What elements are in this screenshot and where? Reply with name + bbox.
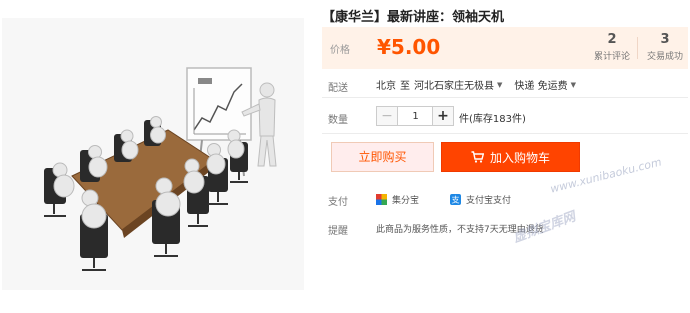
cart-icon xyxy=(471,151,484,163)
alipay-icon: 支 xyxy=(450,194,461,205)
svg-text:支: 支 xyxy=(452,195,460,205)
divider xyxy=(322,97,688,98)
payment-method-alipay: 支 支付宝支付 xyxy=(450,193,511,206)
shipping-method-select[interactable]: 快递 免运费 ▼ xyxy=(514,77,576,93)
shipping-from: 北京 xyxy=(376,81,396,92)
quantity-decrease-button[interactable]: − xyxy=(376,106,398,126)
payment-method-jifenbao: 集分宝 xyxy=(376,193,419,206)
reviews-count: 2 xyxy=(607,32,617,47)
shipping-method-value: 快递 免运费 xyxy=(514,81,568,92)
reviews-stat[interactable]: 2 累计评论 xyxy=(587,32,637,62)
quantity-increase-button[interactable]: + xyxy=(432,106,454,126)
payment-label: 支付 xyxy=(328,197,348,208)
product-title: 【康华兰】最新讲座：领袖天机 xyxy=(322,10,505,25)
price-label: 价格 xyxy=(330,45,350,56)
trades-stat[interactable]: 3 交易成功 xyxy=(640,32,690,62)
buy-now-button[interactable]: 立即购买 xyxy=(331,142,434,172)
add-to-cart-label: 加入购物车 xyxy=(489,150,550,165)
stat-divider xyxy=(637,37,638,59)
chevron-down-icon: ▼ xyxy=(570,80,576,89)
price-panel: 价格 ¥5.00 2 累计评论 3 交易成功 xyxy=(322,27,688,69)
meeting-illustration xyxy=(44,67,277,271)
payment-method-label: 集分宝 xyxy=(392,196,420,206)
destination-select[interactable]: 河北石家庄无极县 ▼ xyxy=(414,77,503,93)
destination-value: 河北石家庄无极县 xyxy=(414,81,494,92)
trades-count: 3 xyxy=(660,32,670,47)
quantity-input[interactable] xyxy=(398,106,433,126)
chevron-down-icon: ▼ xyxy=(497,80,503,89)
divider xyxy=(322,133,688,134)
price-value: ¥5.00 xyxy=(377,35,441,59)
trades-label: 交易成功 xyxy=(646,52,683,62)
reviews-label: 累计评论 xyxy=(593,52,630,62)
shipping-to-word: 至 xyxy=(400,81,410,92)
notice-label: 提醒 xyxy=(328,226,348,237)
shipping-label: 配送 xyxy=(328,83,348,94)
product-image[interactable] xyxy=(2,18,304,290)
shipping-row: 北京 至 河北石家庄无极县 ▼ 快递 免运费 ▼ xyxy=(376,77,576,93)
add-to-cart-button[interactable]: 加入购物车 xyxy=(441,142,580,172)
jifenbao-icon xyxy=(376,194,387,205)
quantity-label: 数量 xyxy=(328,115,348,126)
watermark-name: 虚拟宝库网 xyxy=(511,209,578,246)
stock-text: 件(库存183件) xyxy=(459,114,526,125)
payment-method-label: 支付宝支付 xyxy=(466,196,512,206)
